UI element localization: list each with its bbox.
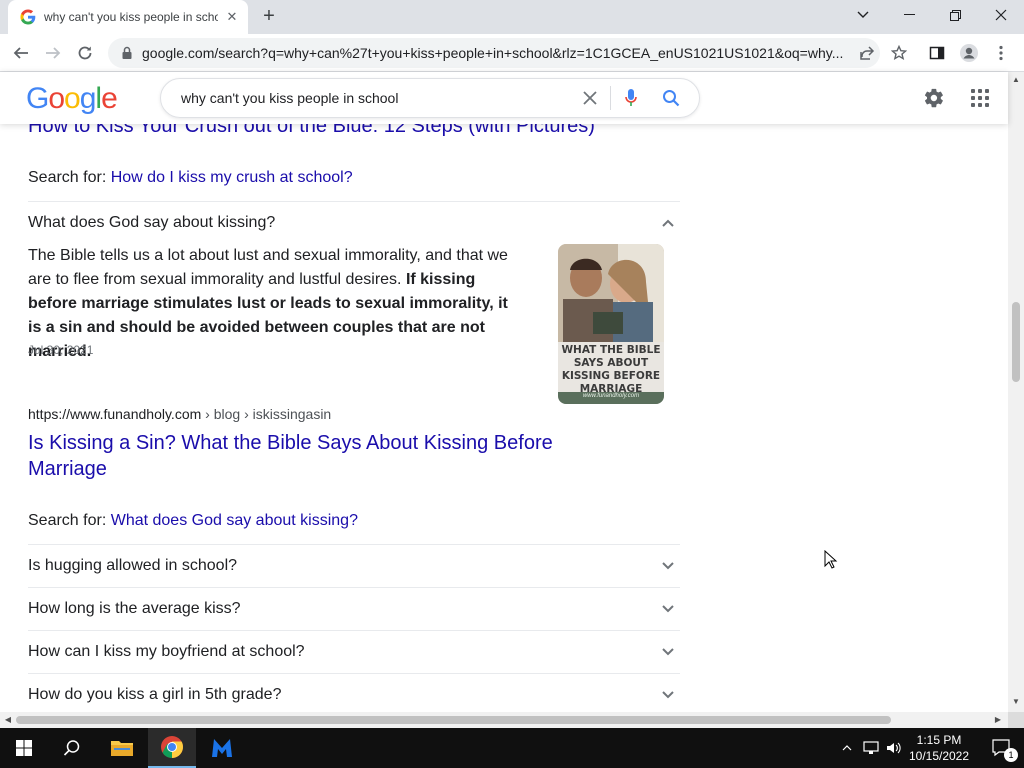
related-question[interactable]: How do you kiss a girl in 5th grade? (28, 674, 680, 712)
vertical-scrollbar[interactable]: ▲ ▼ (1008, 72, 1024, 712)
mouse-cursor-icon (824, 550, 838, 569)
related-question[interactable]: Is hugging allowed in school? (28, 545, 680, 587)
close-tab-icon[interactable]: ✕ (224, 9, 240, 25)
notification-count-badge: 1 (1004, 748, 1018, 762)
reload-button[interactable] (70, 38, 100, 68)
settings-gear-icon[interactable] (920, 84, 948, 112)
chevron-down-icon[interactable] (658, 642, 678, 662)
system-clock[interactable]: 1:15 PM 10/15/2022 (900, 732, 978, 764)
clock-time: 1:15 PM (916, 733, 962, 747)
vertical-scroll-thumb[interactable] (1012, 302, 1020, 382)
address-bar[interactable]: google.com/search?q=why+can%27t+you+kiss… (108, 38, 880, 68)
share-icon[interactable] (852, 38, 882, 68)
related-question[interactable]: How long is the average kiss? (28, 588, 680, 630)
file-explorer-icon[interactable] (98, 728, 146, 768)
result-title-link[interactable]: How to Kiss Your Crush out of the Blue: … (28, 124, 595, 139)
search-input[interactable]: why can't you kiss people in school (181, 90, 570, 106)
google-logo[interactable]: Google (26, 82, 118, 116)
related-question[interactable]: How can I kiss my boyfriend at school? (28, 631, 680, 673)
search-for-suggestion-2: Search for: What does God say about kiss… (28, 512, 358, 529)
scroll-down-arrow-icon[interactable]: ▼ (1012, 698, 1020, 706)
windows-start-icon[interactable] (0, 728, 48, 768)
chevron-down-icon[interactable] (658, 685, 678, 705)
result-citation[interactable]: https://www.funandholy.com › blog › iski… (28, 406, 331, 422)
network-icon[interactable] (860, 728, 882, 768)
chevron-down-icon[interactable] (658, 556, 678, 576)
result-title-link-2[interactable]: Is Kissing a Sin? What the Bible Says Ab… (28, 430, 588, 482)
side-panel-icon[interactable] (922, 38, 952, 68)
tab-search-icon[interactable] (840, 0, 886, 30)
scroll-right-arrow-icon[interactable]: ▶ (994, 716, 1002, 724)
scroll-up-arrow-icon[interactable]: ▲ (1012, 76, 1020, 84)
search-for-link-2[interactable]: What does God say about kissing? (111, 512, 358, 529)
windows-taskbar: 1:15 PM 10/15/2022 1 (0, 728, 1024, 768)
horizontal-scroll-thumb[interactable] (16, 716, 891, 724)
taskbar-search-icon[interactable] (48, 728, 96, 768)
answer-date: Jul 30, 2021 (28, 343, 94, 357)
minimize-button[interactable] (886, 0, 932, 30)
related-question-expanded[interactable]: What does God say about kissing? (28, 202, 680, 244)
browser-tab[interactable]: why can't you kiss people in school - Go… (8, 0, 248, 34)
browser-toolbar: google.com/search?q=why+can%27t+you+kiss… (0, 34, 1024, 72)
profile-avatar-icon[interactable] (954, 38, 984, 68)
search-icon[interactable] (651, 79, 691, 117)
close-window-button[interactable] (978, 0, 1024, 30)
forward-button[interactable] (38, 38, 68, 68)
restore-button[interactable] (932, 0, 978, 30)
bookmark-star-icon[interactable] (884, 38, 914, 68)
search-for-suggestion: Search for: How do I kiss my crush at sc… (28, 169, 353, 186)
thumbnail-footer: www.funandholy.com (582, 393, 640, 399)
cite-domain: https://www.funandholy.com (28, 406, 202, 422)
tab-strip: why can't you kiss people in school - Go… (0, 0, 1024, 34)
google-header: Google why can't you kiss people in scho… (0, 72, 1008, 124)
answer-snippet: The Bible tells us a lot about lust and … (28, 247, 508, 360)
show-hidden-icons-icon[interactable] (838, 728, 856, 768)
chrome-taskbar-icon[interactable] (148, 728, 196, 768)
answer-thumbnail[interactable]: WHAT THE BIBLE SAYS ABOUT KISSING BEFORE… (558, 244, 664, 404)
cite-breadcrumb: › blog › iskissingasin (201, 406, 332, 422)
back-button[interactable] (6, 38, 36, 68)
chevron-down-icon[interactable] (658, 599, 678, 619)
thumbnail-caption: WHAT THE BIBLE SAYS ABOUT KISSING BEFORE… (561, 344, 661, 395)
google-favicon-icon (20, 9, 36, 25)
url-text[interactable]: google.com/search?q=why+can%27t+you+kiss… (142, 45, 880, 61)
clear-search-icon[interactable] (570, 79, 610, 117)
horizontal-scrollbar[interactable]: ◀ ▶ (0, 712, 1008, 728)
lock-icon[interactable] (120, 46, 134, 60)
scrollbar-corner (1008, 712, 1024, 728)
microphone-icon[interactable] (611, 79, 651, 117)
scroll-left-arrow-icon[interactable]: ◀ (4, 716, 12, 724)
google-apps-grid-icon[interactable] (966, 84, 994, 112)
search-for-link[interactable]: How do I kiss my crush at school? (111, 169, 353, 186)
search-results: How to Kiss Your Crush out of the Blue: … (0, 124, 1008, 712)
search-box[interactable]: why can't you kiss people in school (160, 78, 700, 118)
chevron-up-icon[interactable] (658, 213, 678, 233)
tab-title: why can't you kiss people in school - Go… (44, 10, 218, 24)
malwarebytes-icon[interactable] (198, 728, 246, 768)
question-text: What does God say about kissing? (28, 214, 276, 231)
chrome-menu-icon[interactable] (986, 38, 1016, 68)
clock-date: 10/15/2022 (908, 749, 970, 763)
notification-center-icon[interactable]: 1 (982, 728, 1022, 768)
new-tab-button[interactable]: + (258, 6, 280, 28)
